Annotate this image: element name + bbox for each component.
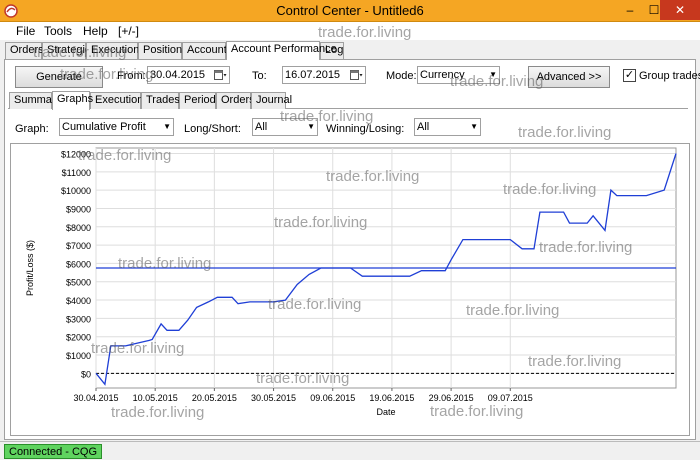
status-bar: Connected - CQG (0, 441, 700, 460)
y-tick-label: $1000 (66, 351, 91, 361)
subtab-trades[interactable]: Trades (141, 92, 180, 109)
chevron-down-icon: ▼ (307, 122, 315, 131)
chart-container: $0 $1000 $2000 $3000 $4000 $5000 $6000 $7000 $80… (10, 143, 690, 436)
chevron-down-icon: ▼ (470, 122, 478, 131)
y-tick-label: $12000 (61, 149, 91, 159)
from-date-value: 30.04.2015 (150, 69, 206, 81)
y-tick-label: $9000 (66, 204, 91, 214)
mode-select[interactable]: Currency ▼ (417, 66, 500, 84)
x-axis-label: Date (376, 407, 395, 417)
winning-losing-label: Winning/Losing: (326, 123, 405, 135)
graph-select[interactable]: Cumulative Profit ▼ (59, 118, 174, 136)
x-tick-label: 19.06.2015 (369, 393, 414, 403)
tab-strategies[interactable]: Strategies (42, 42, 97, 59)
mode-value: Currency (420, 69, 465, 81)
tab-positions[interactable]: Positions (138, 42, 188, 59)
group-trades-checkbox[interactable]: ✓ (623, 69, 636, 82)
close-button[interactable]: ✕ (660, 0, 700, 20)
y-tick-label: $0 (81, 369, 91, 379)
y-tick-label: $8000 (66, 223, 91, 233)
x-tick-label: 10.05.2015 (133, 393, 178, 403)
long-short-select[interactable]: All ▼ (252, 118, 318, 136)
subtab-orders[interactable]: Orders (216, 92, 255, 109)
tab-executions[interactable]: Executions (86, 42, 145, 59)
y-tick-label: $6000 (66, 259, 91, 269)
calendar-icon[interactable] (350, 69, 363, 81)
window-title: Control Center - Untitled6 (276, 3, 424, 18)
menu-tools[interactable]: Tools (44, 24, 72, 38)
graph-label: Graph: (15, 123, 49, 135)
long-short-label: Long/Short: (184, 123, 241, 135)
cumulative-profit-chart: $0 $1000 $2000 $3000 $4000 $5000 $6000 $7000 $80… (25, 147, 677, 417)
to-label: To: (252, 70, 267, 82)
y-tick-label: $5000 (66, 278, 91, 288)
y-tick-label: $2000 (66, 333, 91, 343)
generate-button[interactable]: Generate (15, 66, 103, 88)
subtab-summary[interactable]: Summary (9, 92, 61, 109)
from-label: From: (117, 70, 146, 82)
winning-losing-value: All (417, 121, 430, 133)
y-tick-label: $4000 (66, 296, 91, 306)
subtab-executions[interactable]: Executions (90, 92, 149, 109)
x-tick-label: 30.04.2015 (73, 393, 118, 403)
x-tick-label: 09.07.2015 (488, 393, 533, 403)
tab-account-performance[interactable]: Account Performance (226, 41, 337, 60)
winning-losing-select[interactable]: All ▼ (414, 118, 481, 136)
group-trades-label: Group trades (639, 70, 700, 82)
graph-value: Cumulative Profit (62, 121, 146, 133)
tab-accounts[interactable]: Accounts (182, 42, 232, 59)
x-tick-label: 29.06.2015 (429, 393, 474, 403)
calendar-icon[interactable] (214, 69, 227, 81)
tab-orders[interactable]: Orders (5, 42, 44, 59)
subtab-journal[interactable]: Journal (251, 92, 292, 109)
title-bar: Control Center - Untitled6 – ☐ ✕ (0, 0, 700, 22)
mode-label: Mode: (386, 70, 417, 82)
y-tick-label: $7000 (66, 241, 91, 251)
x-tick-label: 09.06.2015 (310, 393, 355, 403)
y-tick-label: $10000 (61, 186, 91, 196)
to-date-value: 16.07.2015 (285, 69, 341, 81)
y-axis-label: Profit/Loss ($) (25, 240, 35, 296)
connection-status-badge: Connected - CQG (4, 444, 103, 459)
x-tick-label: 20.05.2015 (192, 393, 237, 403)
from-date-picker[interactable]: 30.04.2015 (147, 66, 230, 84)
long-short-value: All (255, 121, 268, 133)
subtab-graphs[interactable]: Graphs (52, 91, 93, 110)
menu-bar: File Tools Help [+/-] (0, 22, 700, 40)
x-tick-label: 30.05.2015 (251, 393, 296, 403)
subtab-periods[interactable]: Periods (179, 92, 221, 109)
menu-help[interactable]: Help (83, 24, 108, 38)
chevron-down-icon: ▼ (489, 70, 497, 79)
y-tick-label: $3000 (66, 314, 91, 324)
menu-file[interactable]: File (16, 24, 35, 38)
chevron-down-icon: ▼ (163, 122, 171, 131)
y-tick-label: $11000 (62, 168, 91, 178)
menu-expand-toggle[interactable]: [+/-] (118, 24, 139, 38)
to-date-picker[interactable]: 16.07.2015 (282, 66, 366, 84)
advanced-button[interactable]: Advanced >> (528, 66, 610, 88)
